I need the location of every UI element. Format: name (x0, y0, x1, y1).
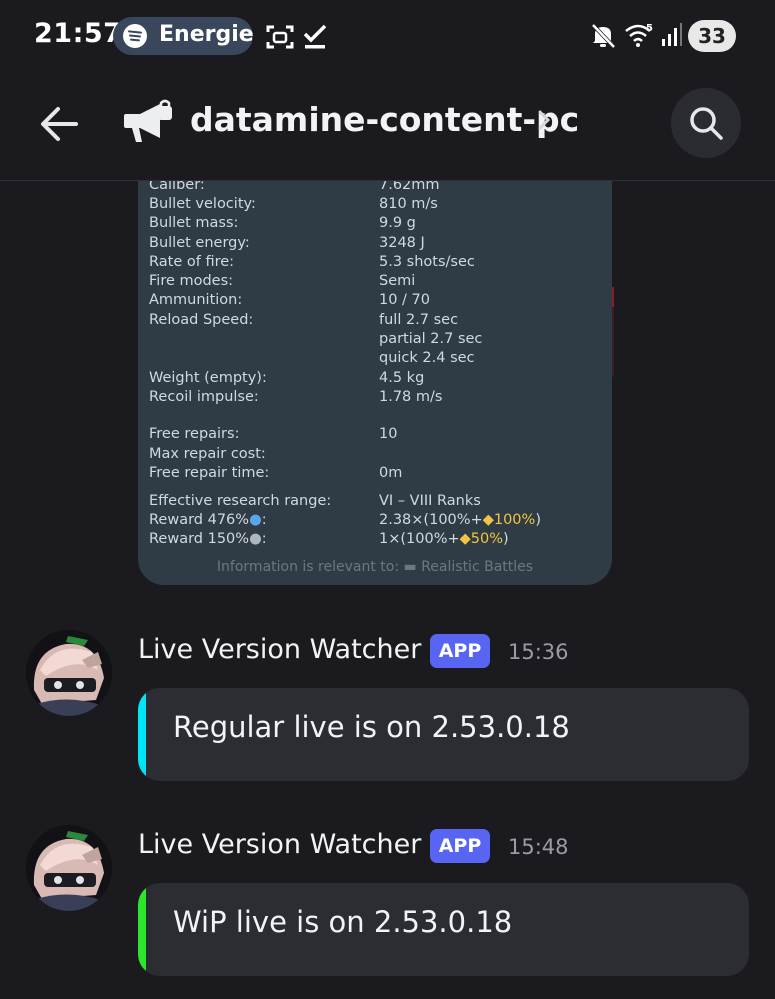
reward-value-prefix: 1×(100%+ (379, 531, 460, 547)
mute-icon (591, 23, 616, 49)
reward-value-bonus: 100% (493, 512, 536, 528)
stat-value: 0m (379, 465, 403, 481)
message-embed: WiP live is on 2.53.0.18 (138, 883, 749, 976)
stat-value: quick 2.4 sec (379, 350, 475, 366)
message-embed: Regular live is on 2.53.0.18 (138, 688, 749, 781)
reward-value-prefix: 2.38×(100%+ (379, 512, 483, 528)
author-name[interactable]: Live Version Watcher (138, 634, 421, 665)
check-icon (303, 24, 327, 49)
anime-avatar-image (26, 825, 112, 911)
reward-label-text: Reward (149, 512, 203, 528)
reward-percent: 476% (207, 512, 250, 528)
app-badge: APP (430, 634, 490, 668)
stat-label: Reload Speed: (149, 312, 254, 328)
reward-value: 2.38×(100%+◆100%) (379, 512, 541, 528)
message[interactable]: Live Version Watcher APP 15:36 Regular l… (0, 628, 775, 788)
channel-header: datamine-content-pc (0, 72, 775, 181)
reward-label: Reward 150%●: (149, 531, 267, 547)
search-button[interactable] (671, 88, 741, 158)
app-badge: APP (430, 829, 490, 863)
battery-indicator: 33 (688, 20, 736, 52)
status-bar: 21:57 Energie 5 33 (0, 0, 775, 72)
premium-icon: ◆ (482, 512, 494, 528)
stat-label: Free repair time: (149, 465, 270, 481)
stat-label: Max repair cost: (149, 446, 266, 462)
reward-value: 1×(100%+◆50%) (379, 531, 509, 547)
embed-color-bar (138, 688, 146, 781)
stat-value: 4.5 kg (379, 370, 425, 386)
screenshot-icon (266, 25, 294, 49)
stat-value: 3248 J (379, 235, 425, 251)
avatar[interactable] (26, 825, 112, 911)
reward-value-bonus: 50% (470, 531, 504, 547)
stat-label: Rate of fire: (149, 254, 235, 270)
stat-label: Recoil impulse: (149, 389, 259, 405)
avatar[interactable] (26, 630, 112, 716)
embed-text: Regular live is on 2.53.0.18 (173, 710, 570, 744)
stat-label: Weight (empty): (149, 370, 267, 386)
media-pill[interactable]: Energie (113, 17, 254, 55)
stat-value: 10 (379, 426, 398, 442)
stat-value: partial 2.7 sec (379, 331, 483, 347)
stat-label: Bullet mass: (149, 215, 239, 231)
clock: 21:57 (34, 18, 123, 49)
tank-icon: ▬ (403, 559, 417, 575)
stat-value: 810 m/s (379, 196, 438, 212)
message-attachment[interactable]: Caliber: 7.62mm Bullet velocity: 810 m/s… (0, 181, 775, 591)
message[interactable]: Live Version Watcher APP 15:48 WiP live … (0, 823, 775, 983)
announcement-megaphone-icon (124, 99, 172, 142)
reward-value-suffix: ) (535, 512, 541, 528)
stats-footer-text: Information is relevant to: (216, 559, 400, 575)
stat-value: 10 / 70 (379, 292, 431, 308)
premium-icon: ◆ (459, 531, 471, 547)
stat-value: 7.62mm (379, 181, 440, 193)
spotify-icon (123, 24, 147, 48)
stat-label: Bullet velocity: (149, 196, 256, 212)
stat-label: Caliber: (149, 181, 205, 193)
timestamp: 15:48 (508, 835, 569, 859)
wifi-icon: 5 (625, 23, 653, 47)
weapon-stats-card: Caliber: 7.62mm Bullet velocity: 810 m/s… (138, 181, 612, 585)
author-name[interactable]: Live Version Watcher (138, 829, 421, 860)
embed-color-bar (138, 883, 146, 976)
stat-label: Fire modes: (149, 273, 234, 289)
stat-value: 9.9 g (379, 215, 416, 231)
search-icon (690, 107, 723, 140)
stats-footer: Information is relevant to: ▬ Realistic … (138, 559, 612, 575)
stat-value: full 2.7 sec (379, 312, 459, 328)
stat-label: Free repairs: (149, 426, 240, 442)
media-label: Energie (159, 22, 254, 47)
stat-label: Bullet energy: (149, 235, 250, 251)
timestamp: 15:36 (508, 640, 569, 664)
reward-value-suffix: ) (503, 531, 509, 547)
stat-value: VI – VIII Ranks (379, 493, 481, 509)
game-mode: Realistic Battles (421, 559, 534, 575)
stat-value: 5.3 shots/sec (379, 254, 475, 270)
wifi-badge: 5 (646, 23, 653, 34)
stat-label: Effective research range: (149, 493, 332, 509)
research-point-icon: ● (249, 512, 262, 528)
signal-icon (662, 23, 682, 46)
stat-label: Ammunition: (149, 292, 243, 308)
channel-name[interactable]: datamine-content-pc (190, 100, 579, 139)
reward-label: Reward 476%●: (149, 512, 267, 528)
stat-value: Semi (379, 273, 416, 289)
back-arrow-icon[interactable] (38, 102, 82, 146)
chevron-right-icon[interactable] (536, 108, 552, 132)
anime-avatar-image (26, 630, 112, 716)
embed-text: WiP live is on 2.53.0.18 (173, 905, 513, 939)
stat-value: 1.78 m/s (379, 389, 443, 405)
reward-percent: 150% (207, 531, 250, 547)
reward-label-text: Reward (149, 531, 203, 547)
silver-lions-icon: ● (249, 531, 262, 547)
